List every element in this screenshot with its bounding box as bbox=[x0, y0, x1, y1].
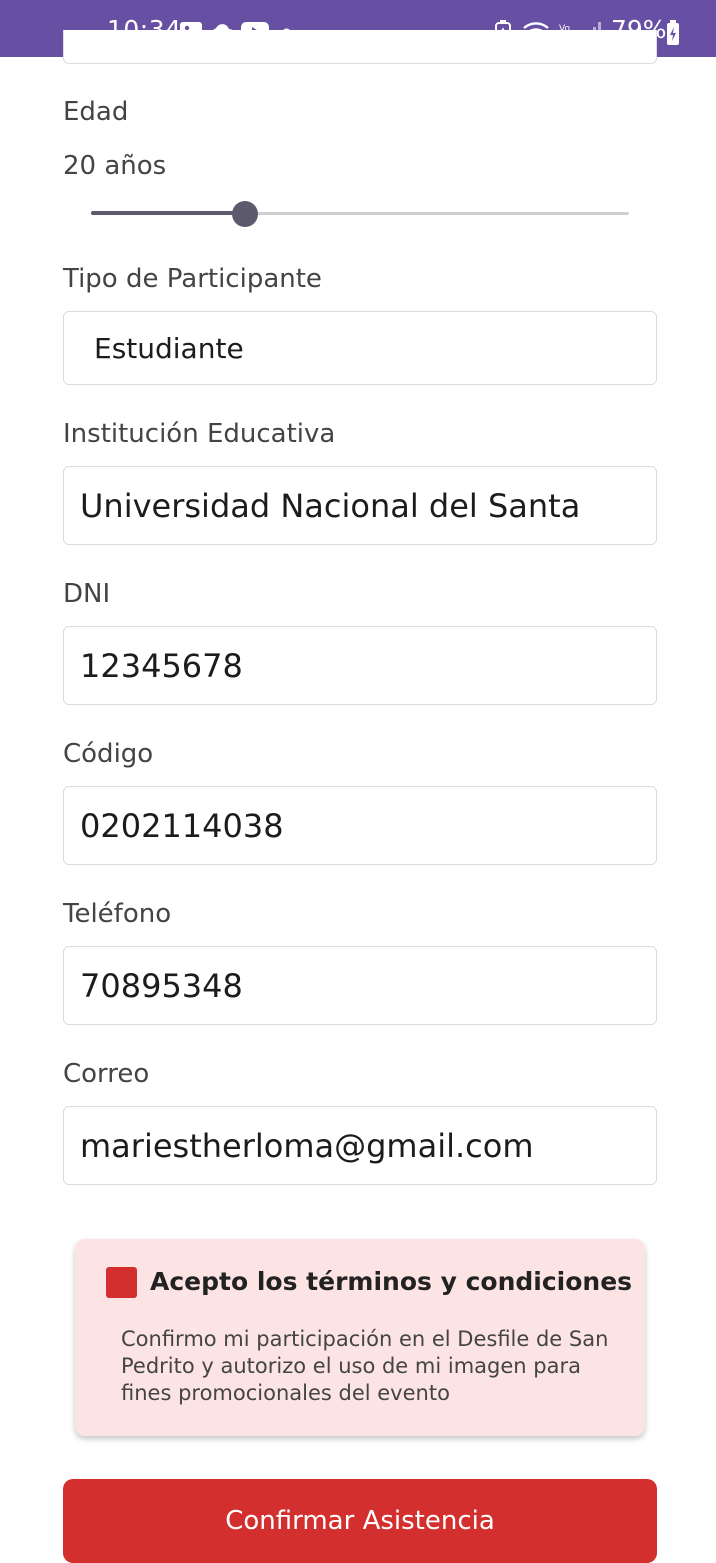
participant-type-value: Estudiante bbox=[94, 332, 244, 365]
slider-track-active bbox=[91, 211, 245, 215]
participant-type-label: Tipo de Participante bbox=[63, 264, 322, 294]
age-label: Edad bbox=[63, 97, 129, 127]
confirm-attendance-button[interactable]: Confirmar Asistencia bbox=[63, 1479, 657, 1563]
institution-label: Institución Educativa bbox=[63, 419, 336, 449]
email-field[interactable]: mariestherloma@gmail.com bbox=[63, 1106, 657, 1185]
code-input-value: 0202114038 bbox=[80, 807, 284, 845]
terms-description: Confirmo mi participación en el Desfile … bbox=[121, 1327, 609, 1405]
battery-charging-icon bbox=[667, 20, 679, 45]
phone-label: Teléfono bbox=[63, 899, 172, 929]
participant-type-dropdown[interactable]: Estudiante bbox=[63, 311, 657, 385]
dni-label: DNI bbox=[63, 579, 111, 609]
email-input-value: mariestherloma@gmail.com bbox=[80, 1127, 534, 1165]
age-value: 20 años bbox=[63, 151, 167, 181]
institution-field[interactable]: Universidad Nacional del Santa bbox=[63, 466, 657, 545]
phone-field[interactable]: 70895348 bbox=[63, 946, 657, 1025]
terms-card: Acepto los términos y condiciones Confir… bbox=[75, 1239, 645, 1436]
email-label: Correo bbox=[63, 1059, 150, 1089]
previous-field-partial[interactable] bbox=[63, 30, 657, 64]
dni-field[interactable]: 12345678 bbox=[63, 626, 657, 705]
code-label: Código bbox=[63, 739, 154, 769]
code-field[interactable]: 0202114038 bbox=[63, 786, 657, 865]
institution-input-value: Universidad Nacional del Santa bbox=[80, 487, 581, 525]
phone-input-value: 70895348 bbox=[80, 967, 243, 1005]
terms-title[interactable]: Acepto los términos y condiciones bbox=[150, 1267, 632, 1296]
dni-input-value: 12345678 bbox=[80, 647, 243, 685]
slider-thumb[interactable] bbox=[231, 201, 258, 227]
terms-checkbox[interactable] bbox=[106, 1267, 137, 1298]
